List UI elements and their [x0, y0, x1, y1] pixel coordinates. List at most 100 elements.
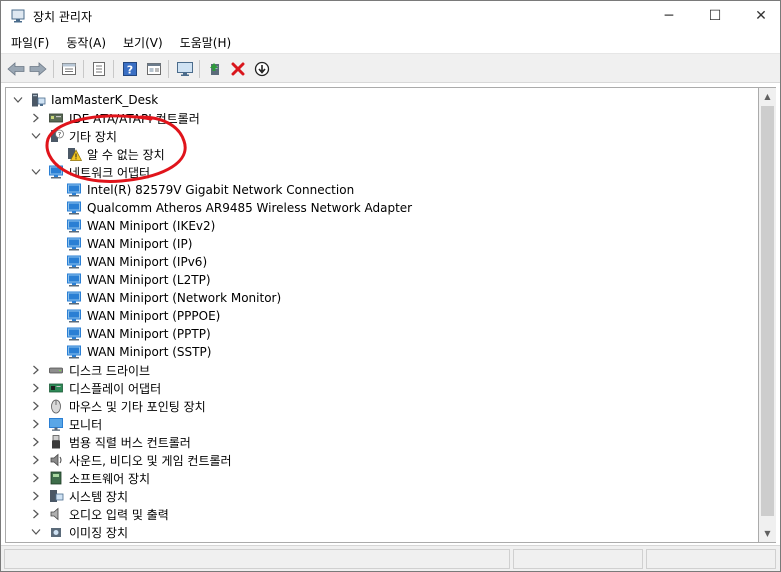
chevron-down-icon[interactable] — [31, 163, 41, 181]
close-button[interactable]: ✕ — [738, 1, 781, 31]
tree-item-label: 모니터 — [69, 417, 103, 432]
tree-item-label: WAN Miniport (IPv6) — [87, 255, 208, 269]
disable-icon[interactable] — [251, 58, 273, 80]
tree-device[interactable]: Qualcomm Atheros AR9485 Wireless Network… — [66, 199, 412, 217]
tree-item-label: IDE ATA/ATAPI 컨트롤러 — [69, 111, 200, 126]
window-title: 장치 관리자 — [33, 10, 93, 24]
chevron-right-icon[interactable] — [31, 361, 41, 379]
tree-category[interactable]: IDE ATA/ATAPI 컨트롤러 — [48, 109, 200, 127]
menu-file[interactable]: 파일(F) — [1, 31, 56, 53]
device-manager-app-icon — [11, 9, 25, 23]
status-cell-secondary — [513, 549, 643, 569]
chevron-down-icon[interactable] — [13, 91, 23, 109]
tree-category[interactable]: 범용 직렬 버스 컨트롤러 — [48, 433, 191, 451]
menu-view[interactable]: 보기(V) — [113, 31, 170, 53]
tree-item-label: WAN Miniport (IKEv2) — [87, 219, 216, 233]
tree-item-label: WAN Miniport (PPTP) — [87, 327, 211, 341]
tree-item-label: WAN Miniport (PPPOE) — [87, 309, 221, 323]
ide-controller-icon — [49, 113, 63, 123]
forward-icon[interactable] — [27, 58, 49, 80]
minimize-button[interactable]: ─ — [646, 1, 692, 31]
chevron-right-icon[interactable] — [31, 379, 41, 397]
properties-icon[interactable] — [58, 58, 80, 80]
network-adapter-icon — [67, 201, 81, 215]
scroll-down-icon[interactable]: ▼ — [759, 525, 776, 542]
network-adapter-icon — [67, 345, 81, 359]
tree-category[interactable]: 오디오 입력 및 출력 — [48, 505, 169, 523]
maximize-button[interactable]: ☐ — [692, 1, 738, 31]
mouse-icon — [51, 399, 61, 414]
back-icon[interactable] — [5, 58, 27, 80]
device-manager-window: 장치 관리자 ─ ☐ ✕ 파일(F) 동작(A) 보기(V) 도움말(H) ? — [0, 0, 781, 572]
monitor-icon — [49, 418, 63, 431]
network-adapter-icon — [67, 273, 81, 287]
tree-category[interactable]: 소프트웨어 장치 — [48, 469, 150, 487]
tree-category[interactable]: 모니터 — [48, 415, 102, 433]
tree-category[interactable]: 마우스 및 기타 포인팅 장치 — [48, 397, 206, 415]
chevron-right-icon[interactable] — [31, 433, 41, 451]
tree-item-label: 알 수 없는 장치 — [87, 147, 165, 162]
network-adapter-icon — [67, 237, 81, 251]
tree-item-label: 오디오 입력 및 출력 — [69, 507, 169, 522]
disk-drive-icon — [49, 367, 63, 374]
tree-device[interactable]: WAN Miniport (Network Monitor) — [66, 289, 281, 307]
tree-category[interactable]: 네트워크 어댑터 — [48, 163, 150, 181]
tree-item-label: 사운드, 비디오 및 게임 컨트롤러 — [69, 453, 232, 468]
network-adapter-icon — [67, 219, 81, 233]
menu-action[interactable]: 동작(A) — [56, 31, 113, 53]
tree-device[interactable]: WAN Miniport (SSTP) — [66, 343, 211, 361]
chevron-right-icon[interactable] — [31, 469, 41, 487]
display-adapter-icon — [49, 383, 63, 393]
network-adapter-icon — [67, 309, 81, 323]
tree-category[interactable]: ? 기타 장치 — [48, 127, 117, 145]
tree-category[interactable]: 시스템 장치 — [48, 487, 128, 505]
chevron-right-icon[interactable] — [31, 109, 41, 127]
tree-device[interactable]: WAN Miniport (L2TP) — [66, 271, 211, 289]
chevron-down-icon[interactable] — [31, 523, 41, 541]
chevron-right-icon[interactable] — [31, 451, 41, 469]
usb-icon — [52, 435, 60, 449]
toolbar-separator — [83, 60, 84, 78]
tree-category[interactable]: 디스플레이 어댑터 — [48, 379, 161, 397]
tree-category[interactable]: 사운드, 비디오 및 게임 컨트롤러 — [48, 451, 232, 469]
view-icon[interactable] — [143, 58, 165, 80]
toolbar-separator — [199, 60, 200, 78]
scrollbar-thumb[interactable] — [761, 106, 774, 516]
uninstall-icon[interactable] — [227, 58, 249, 80]
tree-category[interactable]: 이미징 장치 — [48, 523, 128, 541]
vertical-scrollbar[interactable]: ▲ ▼ — [759, 87, 776, 543]
tree-device[interactable]: WAN Miniport (PPTP) — [66, 325, 211, 343]
speaker-icon — [50, 453, 62, 467]
tree-device[interactable]: 알 수 없는 장치 — [66, 145, 165, 163]
toolbar: ? — [1, 53, 780, 83]
svg-text:?: ? — [58, 131, 61, 139]
chevron-right-icon[interactable] — [31, 487, 41, 505]
tree-category[interactable]: 디스크 드라이브 — [48, 361, 150, 379]
menu-help[interactable]: 도움말(H) — [170, 31, 239, 53]
show-hide-icon[interactable] — [88, 58, 110, 80]
chevron-right-icon[interactable] — [31, 415, 41, 433]
scroll-up-icon[interactable]: ▲ — [759, 88, 776, 105]
tree-device[interactable]: WAN Miniport (PPPOE) — [66, 307, 220, 325]
tree-device[interactable]: WAN Miniport (IKEv2) — [66, 217, 215, 235]
tree-item-label: 네트워크 어댑터 — [69, 165, 151, 180]
chevron-right-icon[interactable] — [31, 505, 41, 523]
update-driver-icon[interactable] — [204, 58, 226, 80]
menu-bar: 파일(F) 동작(A) 보기(V) 도움말(H) — [1, 31, 780, 53]
tree-item-label: 기타 장치 — [69, 129, 117, 144]
chevron-right-icon[interactable] — [31, 397, 41, 415]
network-adapter-icon — [67, 255, 81, 269]
toolbar-separator — [168, 60, 169, 78]
chevron-down-icon[interactable] — [31, 127, 41, 145]
tree-item-label: 마우스 및 기타 포인팅 장치 — [69, 399, 206, 414]
tree-item-label: 소프트웨어 장치 — [69, 471, 151, 486]
tree-device[interactable]: WAN Miniport (IPv6) — [66, 253, 207, 271]
toolbar-separator — [53, 60, 54, 78]
tree-device[interactable]: Intel(R) 82579V Gigabit Network Connecti… — [66, 181, 354, 199]
tree-item-label: 디스크 드라이브 — [69, 363, 151, 378]
help-icon[interactable]: ? — [119, 58, 141, 80]
tree-device[interactable]: WAN Miniport (IP) — [66, 235, 192, 253]
device-tree: IamMasterK_Desk IDE ATA/ATAPI 컨트롤러? 기타 장치… — [5, 87, 759, 543]
tree-root-computer[interactable]: IamMasterK_Desk — [30, 91, 158, 109]
scan-hardware-icon[interactable] — [174, 58, 196, 80]
